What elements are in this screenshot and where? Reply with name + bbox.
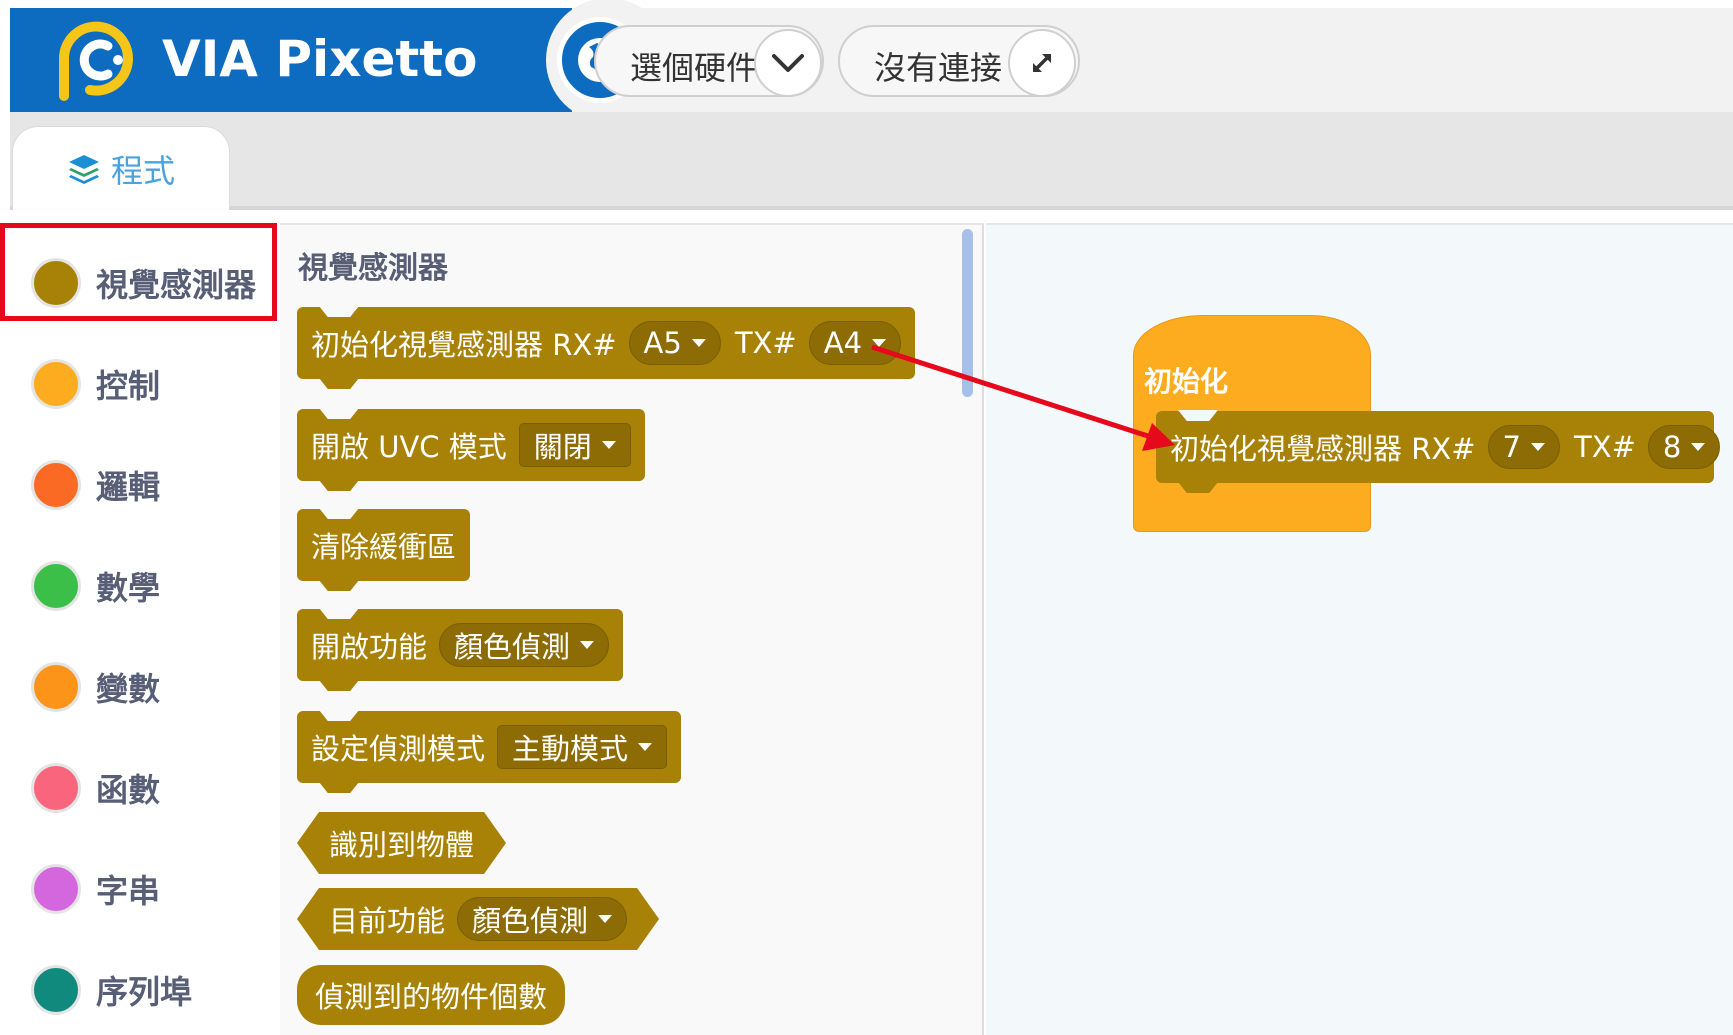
block-text: 開啟 UVC 模式 (311, 430, 507, 464)
category-color-dot (31, 460, 81, 510)
layers-icon (68, 154, 99, 184)
top-header: VIA Pixetto 選個硬件 沒有連接 (10, 0, 1733, 122)
category-vision-sensor[interactable]: 視覺感測器 (0, 232, 280, 328)
category-color-dot (31, 258, 81, 308)
rx-pin-dropdown[interactable]: A5 (628, 321, 721, 365)
flyout-title: 視覺感測器 (298, 251, 448, 286)
dropdown-arrow-icon (638, 743, 653, 751)
block-current-function[interactable]: 目前功能 顏色偵測 (297, 888, 659, 950)
connection-control[interactable]: 沒有連接 (838, 25, 1080, 97)
dropdown-arrow-icon (601, 441, 616, 449)
hardware-select-label: 選個硬件 (630, 49, 759, 87)
category-logic[interactable]: 邏輯 (0, 434, 280, 530)
uvc-mode-dropdown[interactable]: 關閉 (518, 423, 631, 467)
block-text: 識別到物體 (329, 828, 475, 862)
block-set-detect-mode[interactable]: 設定偵測模式 主動模式 (297, 711, 682, 783)
block-clear-buffer[interactable]: 清除緩衝區 (297, 509, 471, 581)
block-text: 清除緩衝區 (311, 530, 457, 564)
dropdown-arrow-icon (598, 915, 612, 923)
category-label: 變數 (96, 670, 161, 708)
category-label: 字串 (96, 872, 161, 910)
hardware-select[interactable]: 選個硬件 (594, 25, 824, 97)
category-label: 控制 (96, 367, 161, 405)
tab-strip: 程式 (10, 112, 1733, 210)
hardware-dropdown-toggle[interactable] (754, 29, 822, 97)
pixetto-logo-icon (59, 21, 133, 101)
expand-icon (1033, 54, 1051, 72)
chevron-down-icon (772, 54, 804, 72)
category-color-dot (31, 359, 81, 409)
block-text: TX# (1574, 430, 1636, 464)
function-dropdown[interactable]: 顏色偵測 (439, 623, 610, 667)
brand-bar: VIA Pixetto (10, 8, 572, 112)
category-list: 視覺感測器 控制 邏輯 數學 變數 函數 字串 序列埠 (0, 220, 280, 1035)
connect-button[interactable] (1008, 29, 1076, 97)
block-text: 初始化視覺感測器 RX# (311, 328, 617, 362)
current-function-dropdown[interactable]: 顏色偵測 (457, 897, 627, 941)
tab-program-label: 程式 (110, 151, 175, 190)
block-text: 目前功能 (329, 904, 446, 938)
category-label: 視覺感測器 (96, 266, 257, 304)
detect-mode-dropdown[interactable]: 主動模式 (497, 725, 668, 769)
category-functions[interactable]: 函數 (0, 737, 280, 833)
rx-pin-dropdown[interactable]: 7 (1487, 425, 1560, 469)
block-text: 設定偵測模式 (311, 732, 486, 766)
block-init-vision-sensor[interactable]: 初始化視覺感測器 RX# A5 TX# A4 (297, 307, 916, 379)
flyout-scrollbar[interactable] (962, 229, 973, 397)
category-color-dot (31, 864, 81, 914)
block-enable-function[interactable]: 開啟功能 顏色偵測 (297, 609, 624, 681)
hat-label: 初始化 (1144, 365, 1229, 398)
category-color-dot (31, 561, 81, 611)
dropdown-arrow-icon (872, 339, 887, 347)
block-text: TX# (734, 326, 797, 360)
tab-program[interactable]: 程式 (12, 126, 230, 210)
dropdown-arrow-icon (1531, 443, 1545, 451)
dropdown-arrow-icon (1691, 443, 1706, 451)
category-label: 數學 (96, 569, 161, 607)
category-control[interactable]: 控制 (0, 333, 280, 429)
brand-title: VIA Pixetto (162, 30, 478, 88)
block-text: 偵測到的物件個數 (315, 980, 548, 1014)
category-label: 序列埠 (96, 973, 193, 1011)
block-object-count[interactable]: 偵測到的物件個數 (297, 965, 566, 1025)
connection-label: 沒有連接 (874, 49, 1003, 87)
category-serial[interactable]: 序列埠 (0, 939, 280, 1035)
dropdown-arrow-icon (691, 339, 706, 347)
category-strings[interactable]: 字串 (0, 838, 280, 934)
category-label: 函數 (96, 771, 161, 809)
block-flyout: 視覺感測器 初始化視覺感測器 RX# A5 TX# A4 開啟 UVC 模式 關… (280, 223, 984, 1035)
category-math[interactable]: 數學 (0, 535, 280, 631)
block-text: 開啟功能 (311, 630, 428, 664)
block-object-detected[interactable]: 識別到物體 (297, 812, 506, 874)
category-color-dot (31, 662, 81, 712)
category-label: 邏輯 (96, 468, 161, 506)
block-text: 初始化視覺感測器 RX# (1170, 432, 1476, 466)
block-uvc-mode[interactable]: 開啟 UVC 模式 關閉 (297, 409, 645, 481)
category-variables[interactable]: 變數 (0, 636, 280, 732)
tx-pin-dropdown[interactable]: A4 (808, 321, 902, 365)
dropdown-arrow-icon (580, 641, 595, 649)
category-color-dot (31, 965, 81, 1015)
workspace-block-init-vision-sensor[interactable]: 初始化視覺感測器 RX# 7 TX# 8 (1156, 411, 1721, 483)
tx-pin-dropdown[interactable]: 8 (1647, 425, 1721, 469)
category-color-dot (31, 763, 81, 813)
